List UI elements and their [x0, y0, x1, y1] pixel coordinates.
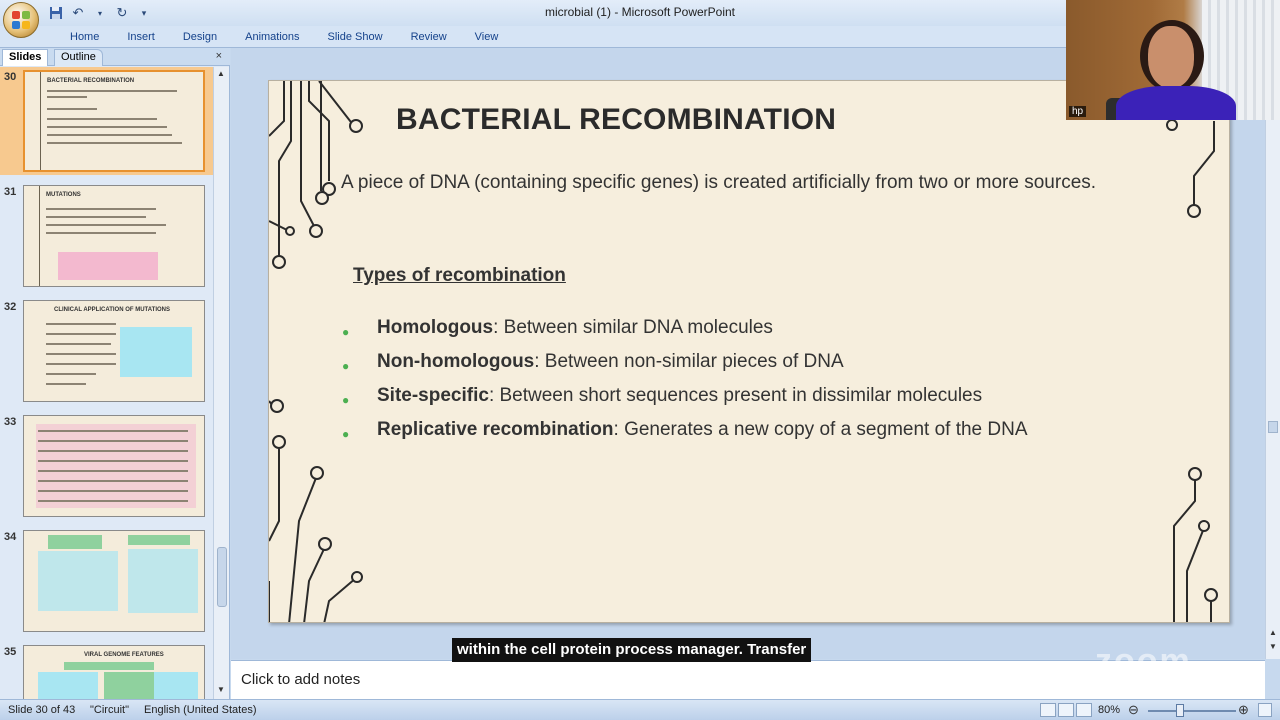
thumbnail-scrollbar[interactable]: ▲ ▼: [213, 67, 229, 699]
slide-thumbnail-30[interactable]: 30 BACTERIAL RECOMBINATION: [0, 67, 214, 175]
slide-sorter-view-icon[interactable]: [1058, 703, 1074, 717]
scroll-thumb[interactable]: [1268, 421, 1278, 433]
item-description: : Generates a new copy of a segment of t…: [613, 419, 1028, 440]
participant-name: hp: [1069, 106, 1087, 117]
thumbnail-title: CLINICAL APPLICATION OF MUTATIONS: [54, 307, 170, 313]
zoom-level[interactable]: 80%: [1098, 704, 1120, 716]
tab-slides[interactable]: Slides: [2, 49, 49, 66]
slide-thumbnail-31[interactable]: 31 MUTATIONS: [0, 182, 214, 290]
office-button[interactable]: [3, 2, 39, 38]
scroll-down-icon[interactable]: ▼: [217, 685, 225, 694]
thumbnail-preview: BACTERIAL RECOMBINATION: [23, 70, 205, 172]
thumbnail-number: 33: [4, 416, 17, 428]
thumbnail-number: 35: [4, 646, 17, 658]
tab-insert[interactable]: Insert: [113, 26, 169, 48]
webcam-video: hp: [1066, 0, 1280, 120]
thumbnail-title: VIRAL GENOME FEATURES: [84, 652, 164, 658]
list-item: ● Homologous: Between similar DNA molecul…: [341, 315, 1028, 349]
thumbnail-number: 34: [4, 531, 17, 543]
scroll-thumb[interactable]: [217, 547, 227, 607]
scroll-up-icon[interactable]: ▲: [217, 69, 225, 78]
bullet-icon: ●: [342, 427, 350, 441]
tab-home[interactable]: Home: [56, 26, 113, 48]
status-bar: Slide 30 of 43 "Circuit" English (United…: [0, 699, 1280, 720]
notes-placeholder[interactable]: Click to add notes: [241, 671, 360, 688]
tab-view[interactable]: View: [461, 26, 513, 48]
bullet-icon: ●: [342, 359, 350, 373]
slide-counter: Slide 30 of 43: [8, 704, 76, 716]
tab-slide-show[interactable]: Slide Show: [314, 26, 397, 48]
slide-intro-text[interactable]: A piece of DNA (containing specific gene…: [341, 170, 1161, 196]
pane-tabs: Slides Outline ×: [0, 48, 230, 66]
zoom-slider[interactable]: [1148, 710, 1236, 712]
item-description: : Between short sequences present in dis…: [488, 385, 983, 406]
item-term: Non-homologous: [377, 351, 535, 372]
thumbnail-number: 30: [4, 71, 17, 83]
zoom-watermark: zoom: [1095, 642, 1192, 680]
item-description: : Between similar DNA molecules: [493, 317, 773, 338]
live-caption: within the cell protein process manager.…: [452, 638, 812, 662]
normal-view-icon[interactable]: [1040, 703, 1056, 717]
zoom-slider-handle[interactable]: [1176, 704, 1184, 717]
fit-to-window-icon[interactable]: [1258, 703, 1272, 717]
thumbnail-preview: MUTATIONS: [23, 185, 205, 287]
thumbnail-preview: CLINICAL APPLICATION OF MUTATIONS: [23, 300, 205, 402]
thumbnail-preview: VIRAL GENOME FEATURES: [23, 645, 205, 699]
zoom-out-icon[interactable]: ⊖: [1128, 702, 1139, 718]
close-icon[interactable]: ×: [216, 50, 222, 62]
slide-thumbnail-33[interactable]: 33: [0, 412, 214, 520]
office-logo-icon: [12, 11, 30, 29]
item-description: : Between non-similar pieces of DNA: [534, 351, 844, 372]
slide-title[interactable]: BACTERIAL RECOMBINATION: [396, 103, 836, 137]
previous-slide-icon[interactable]: ▲: [1269, 628, 1277, 637]
slides-pane: Slides Outline × 30 BACTERIAL RECOMBINAT…: [0, 48, 230, 699]
thumbnail-title: MUTATIONS: [46, 192, 81, 198]
next-slide-icon[interactable]: ▼: [1269, 642, 1277, 651]
thumbnail-preview: [23, 530, 205, 632]
slide-editing-area: BACTERIAL RECOMBINATION A piece of DNA (…: [231, 48, 1265, 659]
thumbnail-number: 31: [4, 186, 17, 198]
tab-design[interactable]: Design: [169, 26, 231, 48]
tab-review[interactable]: Review: [397, 26, 461, 48]
item-term: Replicative recombination: [377, 419, 614, 440]
tab-animations[interactable]: Animations: [231, 26, 313, 48]
language-status[interactable]: English (United States): [144, 704, 257, 716]
thumbnail-preview: [23, 415, 205, 517]
slide-scrollbar[interactable]: ▲ ▼: [1265, 48, 1280, 659]
item-term: Site-specific: [377, 385, 489, 406]
zoom-in-icon[interactable]: ⊕: [1238, 702, 1249, 718]
thumbnail-title: BACTERIAL RECOMBINATION: [47, 78, 135, 84]
thumbnail-list: 30 BACTERIAL RECOMBINATION 31 MUTATIONS: [0, 67, 214, 699]
list-item: ● Replicative recombination: Generates a …: [341, 417, 1028, 451]
slide-canvas[interactable]: BACTERIAL RECOMBINATION A piece of DNA (…: [268, 80, 1230, 623]
tab-outline[interactable]: Outline: [54, 49, 103, 66]
theme-name: "Circuit": [90, 704, 129, 716]
slide-subheading[interactable]: Types of recombination: [353, 265, 566, 287]
bullet-icon: ●: [342, 393, 350, 407]
slide-thumbnail-32[interactable]: 32 CLINICAL APPLICATION OF MUTATIONS: [0, 297, 214, 405]
list-item: ● Non-homologous: Between non-similar pie…: [341, 349, 1028, 383]
item-term: Homologous: [377, 317, 494, 338]
list-item: ● Site-specific: Between short sequences …: [341, 383, 1028, 417]
slide-bullet-list[interactable]: ● Homologous: Between similar DNA molecul…: [341, 315, 1028, 451]
slide-thumbnail-34[interactable]: 34: [0, 527, 214, 635]
slide-show-view-icon[interactable]: [1076, 703, 1092, 717]
slide-thumbnail-35[interactable]: 35 VIRAL GENOME FEATURES: [0, 642, 214, 699]
bullet-icon: ●: [342, 325, 350, 339]
thumbnail-number: 32: [4, 301, 17, 313]
